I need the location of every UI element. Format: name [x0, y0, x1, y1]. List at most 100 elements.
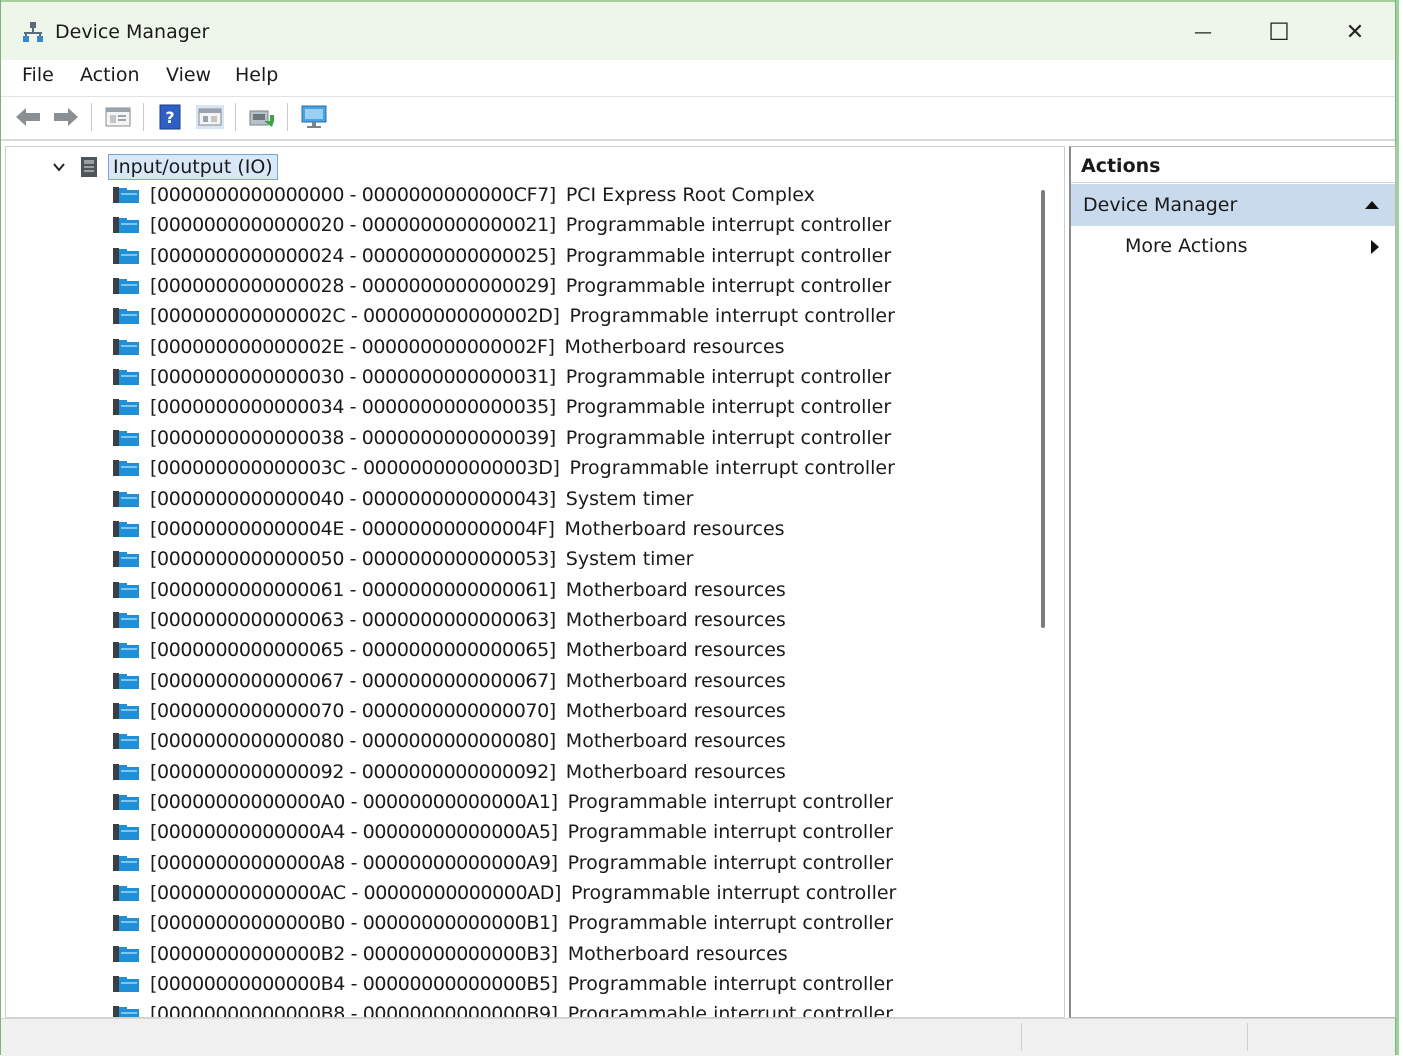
properties-window-icon [105, 107, 131, 127]
monitor-icon [301, 105, 327, 128]
device-row[interactable]: [0000000000000080 - 0000000000000080] Mot… [112, 726, 786, 756]
device-name: Programmable interrupt controller [569, 457, 895, 480]
device-row[interactable]: [00000000000000A0 - 00000000000000A1] Pro… [112, 787, 893, 817]
close-button[interactable]: ✕ [1329, 12, 1381, 52]
device-name: Programmable interrupt controller [565, 396, 892, 419]
window-edge [1396, 0, 1403, 1055]
device-name: Programmable interrupt controller [565, 426, 892, 449]
device-name: Programmable interrupt controller [565, 275, 892, 298]
device-row[interactable]: [0000000000000038 - 0000000000000039] Pro… [112, 423, 891, 453]
io-device-icon [113, 945, 139, 962]
device-row[interactable]: [0000000000000063 - 0000000000000063] Mot… [112, 605, 786, 635]
io-device-icon [113, 369, 139, 386]
io-device-icon [113, 429, 139, 446]
more-actions-item[interactable]: More Actions [1125, 235, 1248, 257]
scan-hardware-button[interactable] [299, 102, 329, 132]
io-range: [0000000000000024 - 0000000000000025] [150, 244, 556, 267]
device-row[interactable]: [00000000000000B8 - 00000000000000B9] Pro… [112, 999, 893, 1018]
device-row[interactable]: [0000000000000030 - 0000000000000031] Pro… [112, 362, 891, 392]
io-device-icon [113, 976, 139, 993]
menu-file[interactable]: File [19, 64, 57, 86]
device-row[interactable]: [000000000000002C - 000000000000002D] Pro… [112, 301, 895, 331]
io-device-icon [113, 854, 139, 871]
device-row[interactable]: [0000000000000067 - 0000000000000067] Mot… [112, 666, 786, 696]
details-view-icon [196, 105, 224, 129]
minimize-button[interactable]: — [1177, 12, 1229, 52]
status-divider [1247, 1023, 1248, 1051]
device-row[interactable]: [0000000000000070 - 0000000000000070] Mot… [112, 696, 786, 726]
device-row[interactable]: [0000000000000000 - 0000000000000CF7] PCI… [112, 180, 815, 210]
io-device-icon [113, 824, 139, 841]
device-tree-pane[interactable]: Input/output (IO) [0000000000000000 - 00… [5, 146, 1065, 1018]
forward-arrow-icon [54, 108, 78, 126]
io-range: [0000000000000050 - 0000000000000053] [150, 548, 556, 571]
io-range: [00000000000000B4 - 00000000000000B5] [150, 973, 558, 996]
io-range: [00000000000000B0 - 00000000000000B1] [150, 912, 558, 935]
io-device-icon [113, 338, 139, 355]
device-row[interactable]: [0000000000000092 - 0000000000000092] Mot… [112, 757, 786, 787]
device-row[interactable]: [0000000000000020 - 0000000000000021] Pro… [112, 210, 891, 240]
device-name: Motherboard resources [565, 760, 786, 783]
status-bar [1, 1018, 1395, 1056]
device-manager-app-icon [23, 22, 43, 42]
update-driver-button[interactable] [247, 102, 277, 132]
menu-action[interactable]: Action [77, 64, 143, 86]
device-row[interactable]: [0000000000000040 - 0000000000000043] Sys… [112, 484, 693, 514]
device-row[interactable]: [00000000000000A4 - 00000000000000A5] Pro… [112, 817, 893, 847]
actions-section-device-manager[interactable]: Device Manager [1071, 184, 1395, 226]
help-icon: ? [159, 104, 181, 130]
io-range: [000000000000004E - 000000000000004F] [150, 517, 555, 540]
details-view-button[interactable] [195, 102, 225, 132]
io-device-icon [113, 581, 139, 598]
device-row[interactable]: [0000000000000061 - 0000000000000061] Mot… [112, 575, 786, 605]
device-name: System timer [565, 548, 694, 571]
back-button[interactable] [13, 102, 43, 132]
device-row[interactable]: [000000000000002E - 000000000000002F] Mot… [112, 332, 785, 362]
io-device-icon [113, 308, 139, 325]
device-row[interactable]: [0000000000000024 - 0000000000000025] Pro… [112, 241, 891, 271]
io-device-icon [113, 187, 139, 203]
io-range: [00000000000000B8 - 00000000000000B9] [150, 1003, 558, 1018]
menu-bar: File Action View Help [1, 60, 1395, 94]
io-range: [0000000000000020 - 0000000000000021] [150, 214, 556, 237]
device-name: Programmable interrupt controller [569, 305, 895, 328]
menu-help[interactable]: Help [232, 64, 281, 86]
title-bar[interactable]: Device Manager — ☐ ✕ [1, 0, 1395, 62]
tree-root-item[interactable]: Input/output (IO) [52, 153, 278, 181]
io-device-icon [113, 217, 139, 234]
submenu-arrow-icon[interactable] [1371, 240, 1379, 254]
device-row[interactable]: [0000000000000050 - 0000000000000053] Sys… [112, 544, 693, 574]
maximize-button[interactable]: ☐ [1253, 12, 1305, 52]
io-device-icon [113, 399, 139, 416]
io-range: [0000000000000030 - 0000000000000031] [150, 366, 556, 389]
device-row[interactable]: [00000000000000AC - 00000000000000AD] Pro… [112, 878, 896, 908]
collapse-arrow-icon[interactable] [1365, 201, 1379, 209]
help-button[interactable]: ? [155, 102, 185, 132]
menu-view[interactable]: View [163, 64, 214, 86]
io-device-icon [113, 702, 139, 719]
forward-button[interactable] [51, 102, 81, 132]
device-name: Motherboard resources [564, 335, 785, 358]
io-range: [0000000000000038 - 0000000000000039] [150, 426, 556, 449]
device-row[interactable]: [0000000000000065 - 0000000000000065] Mot… [112, 635, 786, 665]
device-name: Programmable interrupt controller [565, 366, 892, 389]
device-name: Programmable interrupt controller [567, 821, 893, 844]
device-row[interactable]: [0000000000000028 - 0000000000000029] Pro… [112, 271, 891, 301]
device-row[interactable]: [000000000000004E - 000000000000004F] Mot… [112, 514, 785, 544]
device-row[interactable]: [00000000000000A8 - 00000000000000A9] Pro… [112, 848, 893, 878]
tree-root-label: Input/output (IO) [108, 154, 278, 180]
device-row[interactable]: [000000000000003C - 000000000000003D] Pro… [112, 453, 895, 483]
device-name: Motherboard resources [565, 699, 786, 722]
chevron-down-icon[interactable] [52, 160, 66, 174]
device-row[interactable]: [00000000000000B4 - 00000000000000B5] Pro… [112, 969, 893, 999]
io-device-icon [113, 672, 139, 689]
device-name: Motherboard resources [567, 942, 788, 965]
device-row[interactable]: [00000000000000B0 - 00000000000000B1] Pro… [112, 908, 893, 938]
device-row[interactable]: [00000000000000B2 - 00000000000000B3] Mot… [112, 939, 788, 969]
minimize-icon: — [1194, 21, 1212, 43]
io-device-icon [113, 551, 139, 568]
device-row[interactable]: [0000000000000034 - 0000000000000035] Pro… [112, 392, 891, 422]
vertical-scrollbar[interactable] [1041, 190, 1045, 628]
properties-button[interactable] [103, 102, 133, 132]
io-range: [0000000000000067 - 0000000000000067] [150, 669, 556, 692]
